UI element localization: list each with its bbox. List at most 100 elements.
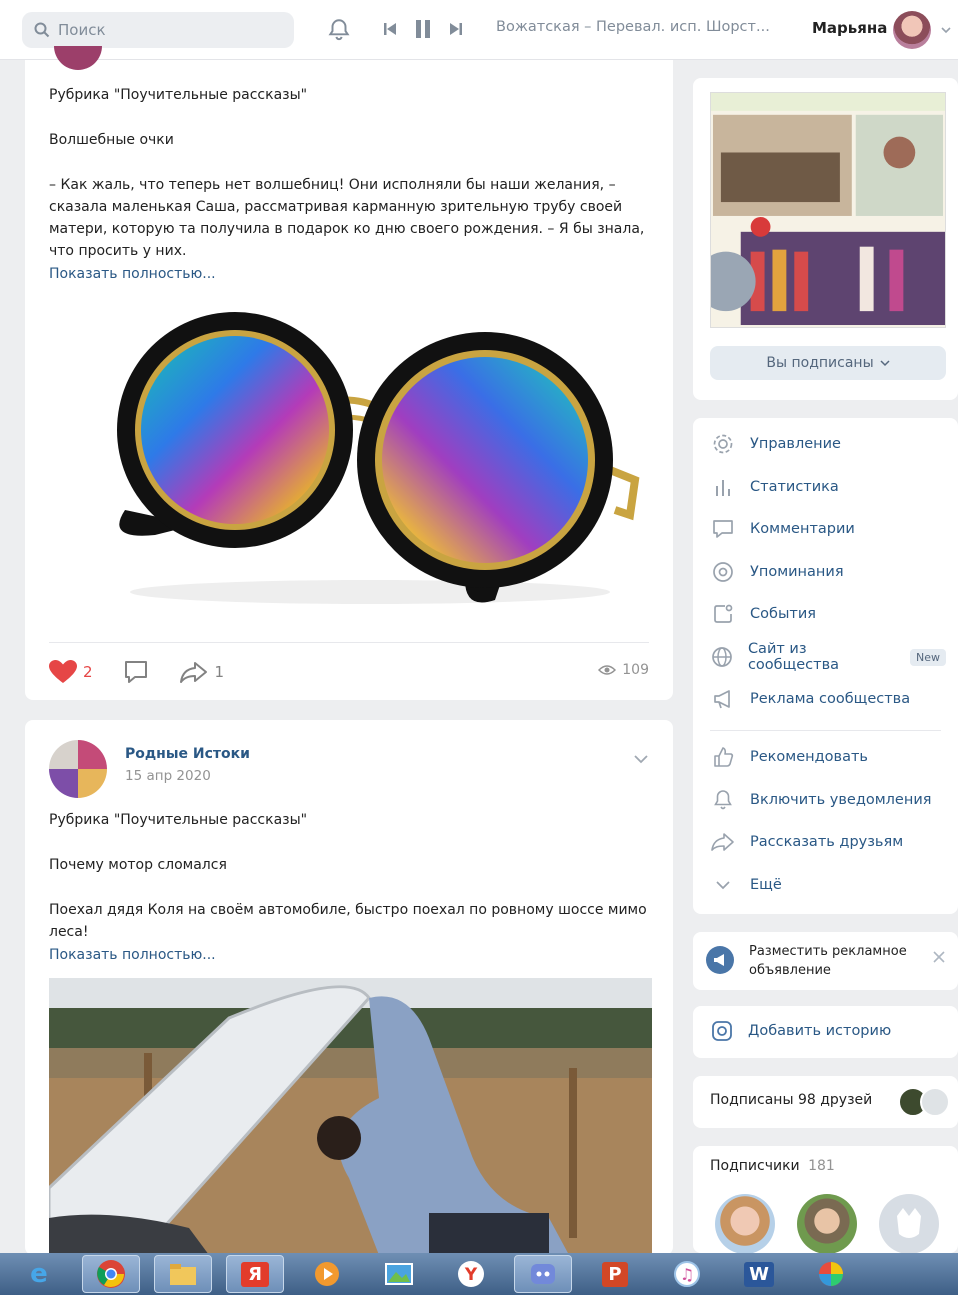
search-input[interactable]: Поиск bbox=[22, 12, 294, 48]
post-rubric: Рубрика "Поучительные рассказы" bbox=[49, 812, 308, 828]
post-body-line: сказала маленькая Саша, рассматривая кар… bbox=[49, 199, 623, 215]
menu-divider bbox=[710, 730, 941, 731]
post-body-line: матери, которую та получила в подарок ко… bbox=[49, 221, 645, 237]
user-avatar[interactable] bbox=[893, 11, 931, 49]
comment-icon bbox=[124, 661, 147, 683]
menu-item-label: Комментарии bbox=[750, 521, 855, 537]
chevron-down-icon[interactable] bbox=[940, 24, 952, 36]
feed-post: Родные Истоки 15 апр 2020 Рубрика "Поучи… bbox=[25, 720, 673, 1255]
menu-item-manage[interactable]: Управление bbox=[710, 430, 946, 458]
powerpoint-icon[interactable]: P bbox=[586, 1255, 644, 1293]
share-count: 1 bbox=[214, 663, 225, 681]
itunes-icon[interactable]: ♫ bbox=[658, 1255, 716, 1293]
previous-track-icon[interactable] bbox=[382, 21, 398, 37]
avatar[interactable] bbox=[797, 1194, 857, 1254]
user-name[interactable]: Марьяна bbox=[812, 19, 887, 37]
events-icon bbox=[714, 604, 733, 623]
search-placeholder: Поиск bbox=[58, 21, 106, 39]
photo-viewer-icon[interactable] bbox=[370, 1255, 428, 1293]
group-avatar[interactable] bbox=[49, 740, 107, 798]
post-author[interactable]: Родные Истоки bbox=[125, 746, 250, 762]
post-image-sunglasses[interactable] bbox=[85, 310, 645, 610]
post-actions: 2 1 109 bbox=[49, 658, 649, 686]
media-player-icon[interactable] bbox=[298, 1255, 356, 1293]
next-track-icon[interactable] bbox=[448, 21, 464, 37]
menu-item-more[interactable]: Ещё bbox=[710, 871, 946, 899]
menu-item-community-site[interactable]: Сайт из сообщества New bbox=[710, 641, 946, 673]
menu-item-label: Статистика bbox=[750, 479, 839, 495]
friends-subscribed-text: Подписаны 98 друзей bbox=[710, 1092, 873, 1108]
post-body-line: Поехал дядя Коля на своём автомобиле, бы… bbox=[49, 902, 647, 918]
explorer-icon[interactable] bbox=[154, 1255, 212, 1293]
post-menu-chevron-icon[interactable] bbox=[633, 754, 649, 764]
menu-item-mentions[interactable]: Упоминания bbox=[710, 558, 946, 586]
subscribers-card: Подписчики 181 bbox=[693, 1146, 958, 1254]
community-actions-menu: Управление Статистика Комментарии Упомин… bbox=[693, 418, 958, 914]
subscribed-label: Вы подписаны bbox=[766, 355, 874, 371]
top-bar: Поиск Вожатская – Перевал. исп. Шорст...… bbox=[0, 0, 958, 60]
post-image-car-repair[interactable] bbox=[49, 978, 652, 1255]
picasa-icon[interactable] bbox=[802, 1255, 860, 1293]
svg-text:Y: Y bbox=[464, 1265, 478, 1285]
show-more-link[interactable]: Показать полностью... bbox=[49, 263, 216, 285]
avatar[interactable] bbox=[715, 1194, 775, 1254]
view-count: 109 bbox=[622, 662, 649, 678]
thumb-up-icon bbox=[714, 747, 734, 767]
mention-icon bbox=[713, 562, 733, 582]
chrome-icon[interactable] bbox=[82, 1255, 140, 1293]
gear-icon bbox=[713, 434, 733, 454]
ad-placement-text: Разместить рекламное объявление bbox=[749, 942, 907, 980]
ad-line: Разместить рекламное bbox=[749, 944, 907, 959]
menu-item-label: Ещё bbox=[750, 877, 782, 893]
post-body-line: что просить у них. bbox=[49, 243, 187, 259]
post-body-line: леса! bbox=[49, 924, 89, 940]
menu-item-notifications[interactable]: Включить уведомления bbox=[710, 786, 946, 814]
current-track-title[interactable]: Вожатская – Перевал. исп. Шорст... bbox=[496, 19, 770, 35]
search-icon bbox=[34, 22, 50, 38]
menu-item-label: События bbox=[750, 606, 816, 622]
word-icon[interactable]: W bbox=[730, 1255, 788, 1293]
menu-item-comments[interactable]: Комментарии bbox=[710, 515, 946, 543]
pause-icon[interactable] bbox=[414, 19, 432, 39]
feed-post: Рубрика "Поучительные рассказы" Волшебны… bbox=[25, 46, 673, 700]
subscribers-label: Подписчики bbox=[710, 1158, 800, 1174]
comment-button[interactable] bbox=[123, 660, 149, 684]
yandex-browser-icon[interactable]: Y bbox=[442, 1255, 500, 1293]
megaphone-icon bbox=[706, 946, 734, 974]
avatar[interactable] bbox=[879, 1194, 939, 1254]
menu-item-statistics[interactable]: Статистика bbox=[710, 473, 946, 501]
friends-subscribed-card[interactable]: Подписаны 98 друзей bbox=[693, 1076, 958, 1128]
yandex-icon[interactable]: Я bbox=[226, 1255, 284, 1293]
menu-item-label: Рассказать друзьям bbox=[750, 834, 904, 850]
menu-item-events[interactable]: События bbox=[710, 600, 946, 628]
show-more-link[interactable]: Показать полностью... bbox=[49, 944, 216, 966]
subscribers-header[interactable]: Подписчики 181 bbox=[710, 1158, 835, 1174]
menu-item-tell-friends[interactable]: Рассказать друзьям bbox=[710, 828, 946, 856]
menu-item-label: Реклама сообщества bbox=[750, 691, 911, 707]
share-icon bbox=[711, 833, 734, 851]
ad-placement-card[interactable]: Разместить рекламное объявление bbox=[693, 932, 958, 990]
add-story-button[interactable]: Добавить историю bbox=[710, 1019, 891, 1043]
ie-icon[interactable]: e bbox=[10, 1255, 68, 1293]
menu-item-label: Управление bbox=[750, 436, 841, 452]
heart-icon bbox=[49, 660, 77, 683]
notifications-bell-icon[interactable] bbox=[326, 17, 352, 43]
community-cover-collage[interactable] bbox=[710, 92, 946, 328]
share-button[interactable]: 1 bbox=[179, 660, 225, 684]
menu-item-label: Сайт из сообщества bbox=[747, 641, 840, 673]
add-story-card[interactable]: Добавить историю bbox=[693, 1006, 958, 1058]
post-divider bbox=[49, 642, 649, 643]
post-body-line: – Как жаль, что теперь нет волшебниц! Он… bbox=[49, 177, 616, 193]
menu-item-community-ads[interactable]: Реклама сообщества bbox=[710, 685, 946, 713]
like-count: 2 bbox=[83, 663, 93, 681]
post-date[interactable]: 15 апр 2020 bbox=[125, 768, 211, 784]
svg-text:♫: ♫ bbox=[680, 1265, 694, 1284]
menu-item-recommend[interactable]: Рекомендовать bbox=[710, 743, 946, 771]
subscribed-button[interactable]: Вы подписаны bbox=[710, 346, 946, 380]
like-button[interactable]: 2 bbox=[49, 660, 93, 684]
add-story-label: Добавить историю bbox=[748, 1023, 892, 1039]
close-icon[interactable] bbox=[932, 950, 946, 964]
group-avatar[interactable] bbox=[54, 46, 102, 70]
chevron-down-icon bbox=[880, 360, 890, 367]
discord-icon[interactable] bbox=[514, 1255, 572, 1293]
